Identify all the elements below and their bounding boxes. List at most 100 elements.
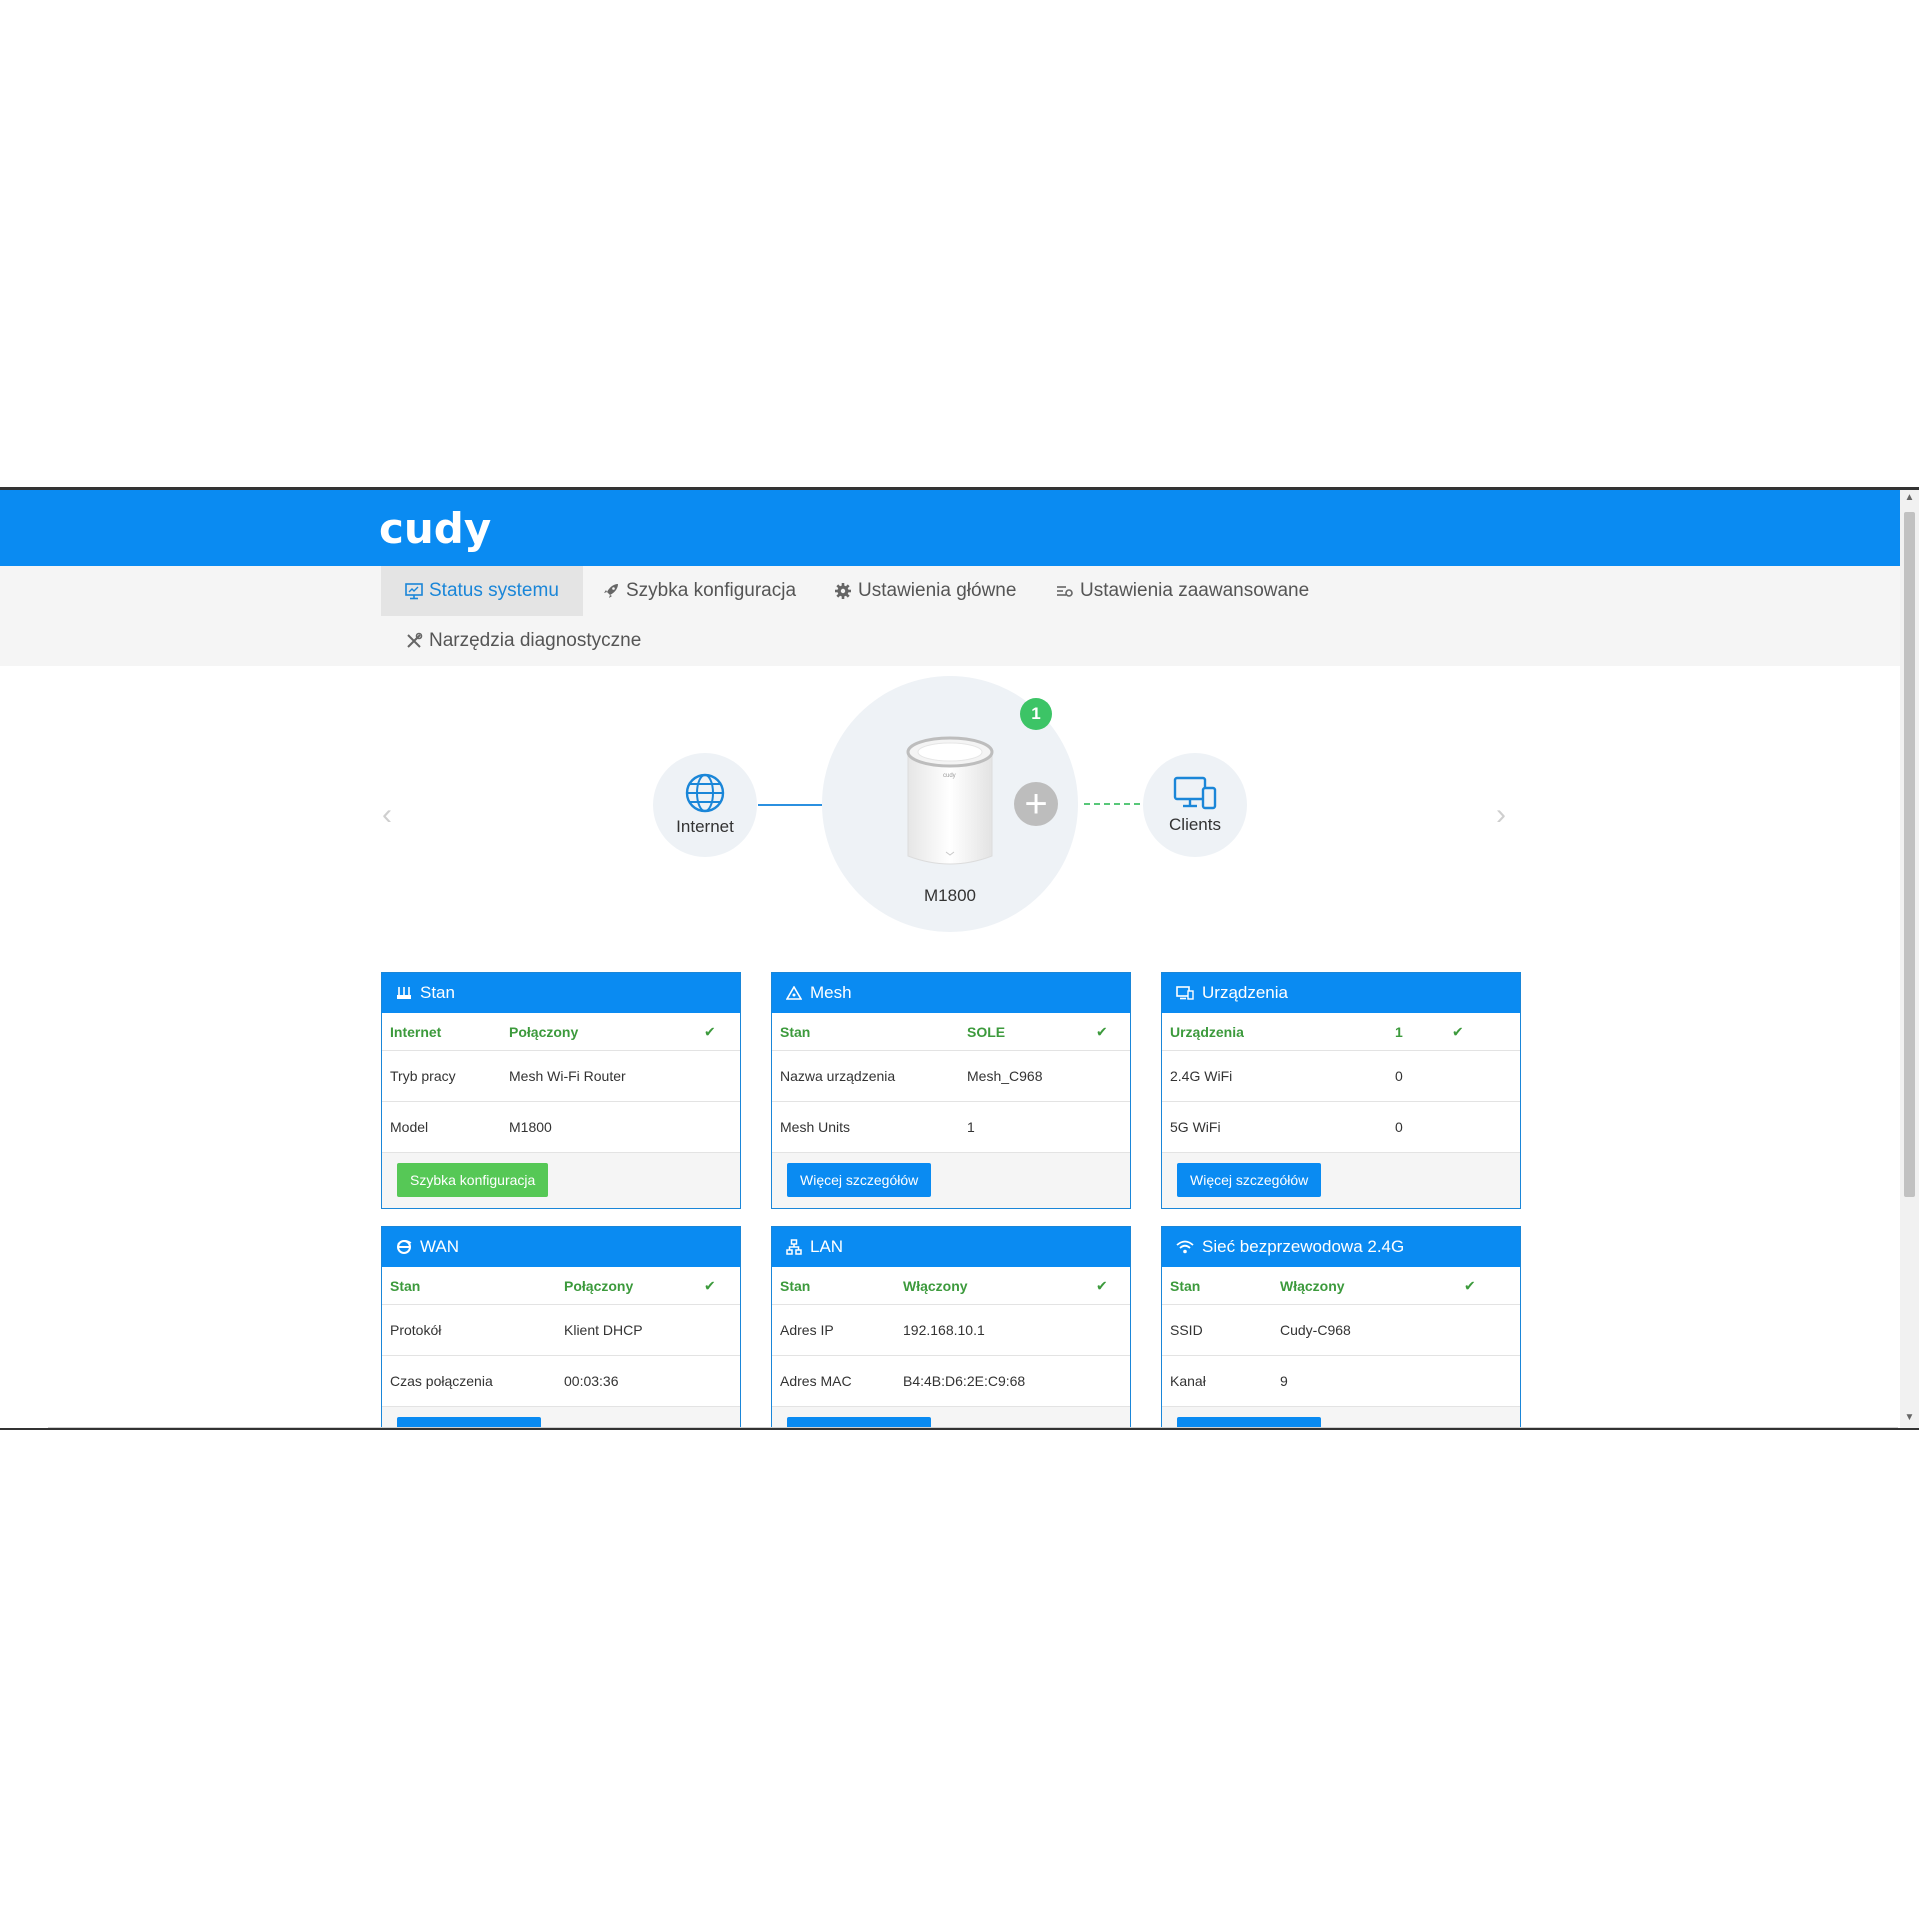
check-icon: ✔ bbox=[704, 1277, 716, 1293]
panel-title: Sieć bezprzewodowa 2.4G bbox=[1202, 1237, 1405, 1256]
nav-szybka-konfiguracja[interactable]: Szybka konfiguracja bbox=[578, 566, 820, 616]
viewport-bottom-border bbox=[0, 1428, 1919, 1430]
vertical-scrollbar[interactable]: ▲ ▼ bbox=[1900, 490, 1919, 1430]
table-row: Stan SOLE ✔ bbox=[772, 1013, 1130, 1051]
panel-urzadzenia: Urządzenia Urządzenia 1 ✔ 2.4G WiFi 0 5G Wi… bbox=[1161, 972, 1521, 1209]
next-arrow-icon[interactable]: › bbox=[1496, 798, 1506, 832]
panel-title: LAN bbox=[810, 1237, 844, 1256]
mesh-count-badge: 1 bbox=[1020, 698, 1052, 730]
row-key: SSID bbox=[1170, 1322, 1203, 1338]
row-value: Klient DHCP bbox=[564, 1322, 643, 1338]
row-key: 5G WiFi bbox=[1170, 1119, 1221, 1135]
row-value: Cudy-C968 bbox=[1280, 1322, 1351, 1338]
panel-mesh: Mesh Stan SOLE ✔ Nazwa urządzenia Mesh_C968… bbox=[771, 972, 1131, 1209]
row-key: Adres MAC bbox=[780, 1373, 852, 1389]
check-icon: ✔ bbox=[1464, 1277, 1476, 1293]
tools-icon bbox=[407, 632, 423, 648]
nav-label: Szybka konfiguracja bbox=[626, 580, 797, 601]
row-value: 1 bbox=[1395, 1023, 1403, 1040]
row-key: 2.4G WiFi bbox=[1170, 1068, 1233, 1084]
clients-node[interactable]: Clients bbox=[1143, 753, 1247, 857]
table-row: Internet Połączony ✔ bbox=[382, 1013, 740, 1051]
clients-label: Clients bbox=[1169, 815, 1221, 834]
row-value: 0 bbox=[1395, 1068, 1403, 1084]
table-row: Adres IP 192.168.10.1 bbox=[772, 1305, 1130, 1356]
browser-viewport: cudy Status systemu Szybka konfiguracja … bbox=[0, 487, 1919, 1430]
table-row: Protokół Klient DHCP bbox=[382, 1305, 740, 1356]
row-key: Urządzenia bbox=[1170, 1023, 1244, 1040]
table-row: Model M1800 bbox=[382, 1102, 740, 1153]
nav-ustawienia-zaawansowane[interactable]: Ustawienia zaawansowane bbox=[1032, 566, 1333, 616]
row-key: Tryb pracy bbox=[390, 1068, 456, 1084]
gear-icon bbox=[835, 583, 851, 599]
row-value: Połączony bbox=[509, 1023, 579, 1040]
globe-icon bbox=[685, 773, 725, 813]
more-details-button[interactable]: Więcej szczegółów bbox=[787, 1163, 932, 1197]
table-row: 5G WiFi 0 bbox=[1162, 1102, 1520, 1153]
row-value: B4:4B:D6:2E:C9:68 bbox=[903, 1373, 1026, 1389]
nav-label: Ustawienia główne bbox=[858, 580, 1017, 601]
internet-label: Internet bbox=[676, 817, 734, 836]
table-row: Stan Połączony ✔ bbox=[382, 1267, 740, 1305]
scroll-thumb[interactable] bbox=[1904, 512, 1915, 1197]
cudy-logo[interactable]: cudy bbox=[379, 504, 491, 553]
panel-footer: Szybka konfiguracja bbox=[382, 1153, 740, 1208]
table-row: Mesh Units 1 bbox=[772, 1102, 1130, 1153]
check-icon: ✔ bbox=[1096, 1277, 1108, 1293]
row-key: Stan bbox=[780, 1023, 811, 1040]
check-icon: ✔ bbox=[1096, 1023, 1108, 1039]
panel-header: Urządzenia bbox=[1162, 973, 1520, 1013]
panel-lan: LAN Stan Włączony ✔ Adres IP 192.168.10.1 A… bbox=[771, 1226, 1131, 1430]
row-key: Mesh Units bbox=[780, 1119, 851, 1135]
nav-narzedzia-diagnostyczne[interactable]: Narzędzia diagnostyczne bbox=[381, 616, 665, 666]
wifi-icon bbox=[1176, 1240, 1194, 1254]
table-row: Urządzenia 1 ✔ bbox=[1162, 1013, 1520, 1051]
row-key: Model bbox=[390, 1119, 429, 1135]
prev-arrow-icon[interactable]: ‹ bbox=[382, 798, 392, 832]
row-value: 192.168.10.1 bbox=[903, 1322, 985, 1338]
browser-e-icon bbox=[397, 1240, 412, 1254]
table-row: 2.4G WiFi 0 bbox=[1162, 1051, 1520, 1102]
quick-setup-button[interactable]: Szybka konfiguracja bbox=[397, 1163, 549, 1197]
table-row: Czas połączenia 00:03:36 bbox=[382, 1356, 740, 1407]
nav-label: Status systemu bbox=[429, 580, 559, 601]
rocket-icon bbox=[604, 584, 618, 598]
network-icon bbox=[786, 1239, 802, 1255]
row-key: Stan bbox=[390, 1277, 421, 1294]
mesh-triangle-icon bbox=[786, 986, 802, 1000]
main-nav: Status systemu Szybka konfiguracja Ustaw… bbox=[0, 566, 1900, 666]
clients-link-line bbox=[1084, 803, 1140, 805]
scroll-up-arrow-icon[interactable]: ▲ bbox=[1900, 492, 1919, 508]
devices-icon bbox=[1173, 776, 1217, 810]
scroll-down-arrow-icon[interactable]: ▼ bbox=[1900, 1412, 1919, 1428]
row-value: 00:03:36 bbox=[564, 1373, 619, 1389]
panel-footer: Więcej szczegółów bbox=[1162, 1153, 1520, 1208]
table-row: Stan Włączony ✔ bbox=[1162, 1267, 1520, 1305]
row-key: Internet bbox=[390, 1023, 442, 1040]
row-key: Adres IP bbox=[780, 1322, 834, 1338]
internet-node[interactable]: Internet bbox=[653, 753, 757, 857]
row-value: Mesh_C968 bbox=[967, 1068, 1043, 1084]
nav-status-systemu[interactable]: Status systemu bbox=[381, 566, 583, 616]
panel-title: WAN bbox=[420, 1237, 460, 1256]
router-device-icon bbox=[906, 736, 994, 865]
row-value: Mesh Wi-Fi Router bbox=[509, 1068, 626, 1084]
nav-ustawienia-glowne[interactable]: Ustawienia główne bbox=[810, 566, 1040, 616]
panel-header: Sieć bezprzewodowa 2.4G bbox=[1162, 1227, 1520, 1267]
nav-label: Ustawienia zaawansowane bbox=[1080, 580, 1310, 601]
row-value: Włączony bbox=[903, 1277, 968, 1294]
row-value: Włączony bbox=[1280, 1277, 1345, 1294]
network-topology: ‹ › Internet cudy M1800 1 + Clients bbox=[0, 666, 1900, 966]
row-value: 1 bbox=[967, 1119, 975, 1135]
more-details-button[interactable]: Więcej szczegółów bbox=[1177, 1163, 1322, 1197]
router-label: M1800 bbox=[924, 886, 976, 905]
row-value: 0 bbox=[1395, 1119, 1403, 1135]
panel-wan: WAN Stan Połączony ✔ Protokół Klient DHCP C… bbox=[381, 1226, 741, 1430]
row-value: 9 bbox=[1280, 1373, 1288, 1389]
row-value: M1800 bbox=[509, 1119, 552, 1135]
row-key: Protokół bbox=[390, 1322, 442, 1338]
panel-title: Stan bbox=[420, 983, 455, 1002]
panel-header: WAN bbox=[382, 1227, 740, 1267]
panel-title: Mesh bbox=[810, 983, 852, 1002]
add-mesh-plus-icon[interactable]: + bbox=[1014, 782, 1058, 826]
